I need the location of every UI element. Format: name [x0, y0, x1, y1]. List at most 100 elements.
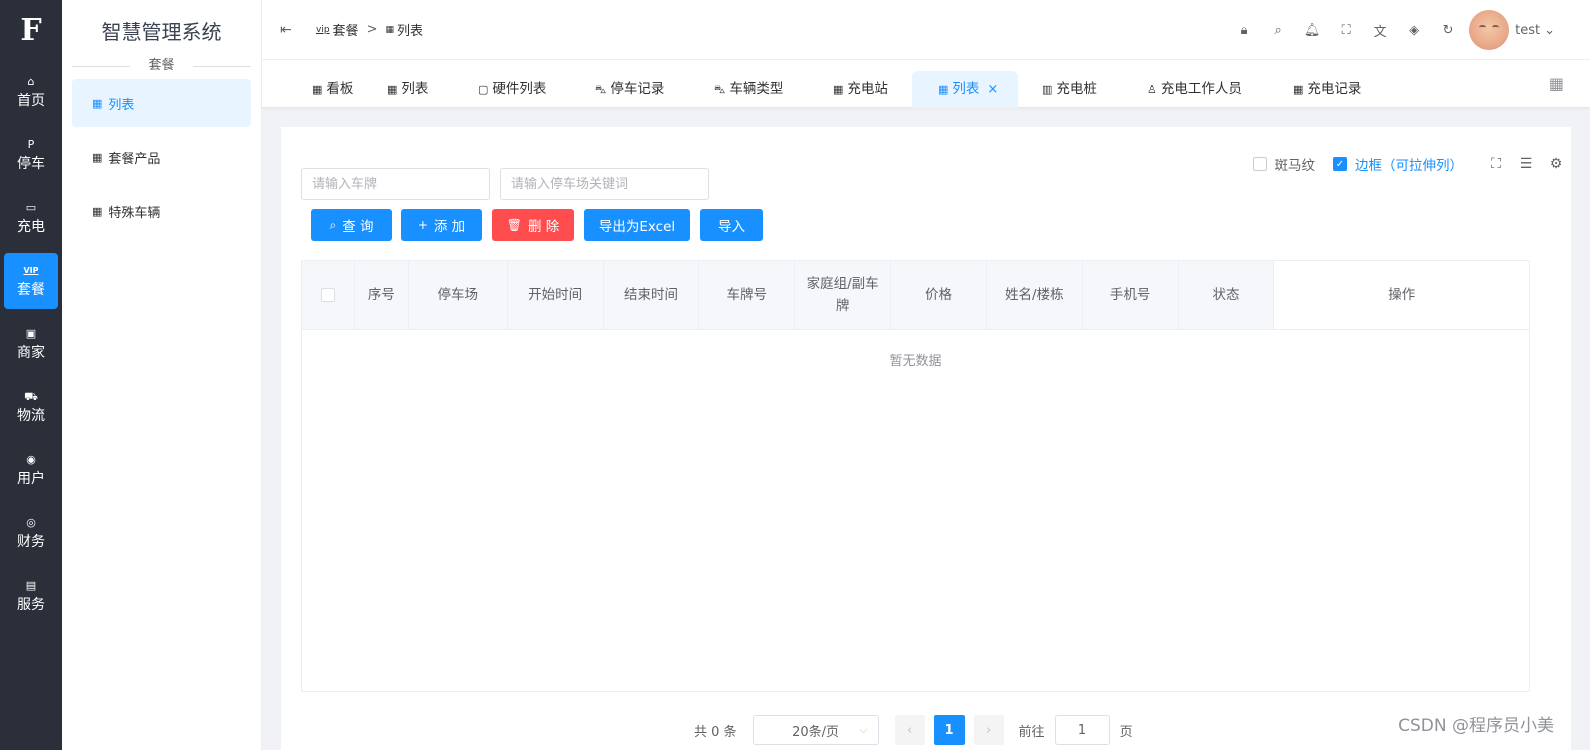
tab-charging-pile[interactable]: ▥ 充电桩	[1042, 71, 1097, 108]
icon-rail: F ⌂ 首页 P 停车 ▭ 充电 VIP 套餐 ▣ 商家 ⛟ 物流 ◉ 用户 ◎…	[0, 0, 62, 750]
apps-grid-icon[interactable]: ▦	[1549, 74, 1564, 93]
rail-item-label: 首页	[17, 92, 45, 109]
collapse-menu-icon[interactable]: ⇤	[280, 22, 306, 38]
goto-page-input[interactable]: 1	[1054, 715, 1110, 745]
refresh-icon[interactable]: ↻	[1431, 23, 1465, 38]
tabs-bar: ▦ 看板 ▦ 列表 ▢ 硬件列表 ⛍ 停车记录 ⛍ 车辆类型 ▦ 充电站 ▦ 列表 × ▥ 充电桩…	[262, 60, 1590, 108]
tab-dashboard[interactable]: ▦ 看板	[312, 71, 353, 108]
trash-icon: 🗑︎	[506, 218, 522, 232]
column-header: 序号	[354, 261, 409, 329]
import-button[interactable]: 导入	[700, 209, 763, 241]
plate-search-input[interactable]	[301, 168, 490, 200]
tab-label: 停车记录	[610, 81, 665, 97]
sidebar-item-label: 特殊车辆	[108, 205, 161, 221]
sidebar-item-special-vehicles[interactable]: ▦ 特殊车辆	[72, 187, 251, 235]
rail-item-charging[interactable]: ▭ 充电	[4, 190, 58, 246]
density-icon[interactable]: ☰	[1511, 156, 1541, 172]
tab-charging-staff[interactable]: ♙ 充电工作人员	[1147, 71, 1242, 108]
settings-icon[interactable]: ⚙	[1541, 156, 1571, 172]
chevron-down-icon[interactable]: ⌄	[1544, 23, 1555, 38]
document-icon: ▢	[478, 83, 489, 96]
rail-item-parking[interactable]: P 停车	[4, 127, 58, 183]
sidebar-menu: ▦ 列表 ▦ 套餐产品 ▦ 特殊车辆	[62, 79, 261, 235]
tab-charging-station[interactable]: ▦ 充电站	[833, 71, 888, 108]
vip-icon: vip	[316, 24, 330, 35]
border-checkbox[interactable]: ✓ 边框（可拉伸列）	[1333, 154, 1463, 174]
tab-label: 充电桩	[1056, 81, 1097, 97]
column-header: 结束时间	[603, 261, 700, 329]
page-number-current[interactable]: 1	[933, 715, 965, 745]
delete-button[interactable]: 🗑︎ 删 除	[492, 209, 574, 241]
translate-icon[interactable]: 文	[1363, 21, 1397, 40]
rail-item-label: 停车	[17, 155, 45, 172]
tab-label: 充电记录	[1307, 81, 1362, 97]
stripe-checkbox[interactable]: 斑马纹	[1252, 154, 1315, 174]
table-header: 序号 停车场 开始时间 结束时间 车牌号 家庭组/副车牌 价格 姓名/楼栋 手机…	[302, 261, 1529, 330]
import-button-label: 导入	[718, 219, 745, 235]
column-header: 车牌号	[699, 261, 796, 329]
battery-icon: ▭	[25, 200, 37, 214]
grid-icon: ▦	[312, 83, 323, 96]
grid-icon: ▦	[938, 83, 949, 96]
car-icon: ⛍	[595, 83, 607, 96]
username[interactable]: test	[1515, 23, 1540, 38]
sidebar-item-label: 套餐产品	[108, 151, 161, 167]
rail-item-service[interactable]: ▤ 服务	[4, 568, 58, 624]
add-button[interactable]: + 添 加	[401, 209, 482, 241]
data-table: 序号 停车场 开始时间 结束时间 车牌号 家庭组/副车牌 价格 姓名/楼栋 手机…	[301, 260, 1530, 692]
border-label: 边框（可拉伸列）	[1355, 158, 1463, 174]
page-size-select[interactable]: 20条/页 ⌵	[752, 715, 879, 745]
page-suffix: 页	[1119, 724, 1133, 740]
sidebar-item-package-products[interactable]: ▦ 套餐产品	[72, 133, 251, 181]
theme-icon[interactable]: ◈	[1397, 23, 1431, 38]
fullscreen-icon[interactable]: ⛶	[1329, 23, 1363, 38]
rail-item-finance[interactable]: ◎ 财务	[4, 505, 58, 561]
top-header: ⇤ vip 套餐 > ▦ 列表 🔒︎ ⌕ 🔔︎ ⛶ 文 ◈ ↻ test ⌄	[262, 0, 1590, 60]
tab-list[interactable]: ▦ 列表	[387, 71, 428, 108]
fullscreen-icon[interactable]: ⛶	[1481, 156, 1511, 172]
chevron-down-icon: ⌵	[859, 723, 868, 736]
breadcrumb-item[interactable]: 套餐	[333, 20, 359, 39]
tab-label: 充电工作人员	[1160, 81, 1242, 97]
service-icon: ▤	[25, 578, 37, 592]
select-all-checkbox[interactable]	[320, 288, 335, 302]
bell-icon[interactable]: 🔔︎	[1295, 23, 1329, 38]
tab-label: 车辆类型	[729, 81, 784, 97]
export-excel-button[interactable]: 导出为Excel	[584, 209, 690, 241]
breadcrumb: vip 套餐 > ▦ 列表	[316, 20, 423, 39]
tab-list-active[interactable]: ▦ 列表 ×	[912, 71, 1019, 108]
check-icon[interactable]: ✓	[1333, 157, 1347, 171]
tab-charging-records[interactable]: ▦ 充电记录	[1293, 71, 1361, 108]
grid-icon: ▦	[1293, 83, 1304, 96]
rail-item-user[interactable]: ◉ 用户	[4, 442, 58, 498]
rail-item-label: 服务	[17, 596, 45, 613]
tab-vehicle-types[interactable]: ⛍ 车辆类型	[714, 71, 783, 108]
logo: F	[20, 12, 42, 48]
rail-item-label: 套餐	[17, 281, 45, 298]
rail-item-home[interactable]: ⌂ 首页	[4, 64, 58, 120]
rail-item-merchant[interactable]: ▣ 商家	[4, 316, 58, 372]
parking-lot-search-input[interactable]	[500, 168, 709, 200]
close-icon[interactable]: ×	[987, 82, 998, 97]
truck-icon: ⛟	[24, 389, 38, 403]
finance-icon: ◎	[26, 515, 36, 529]
column-header: 价格	[891, 261, 987, 329]
checkbox-box[interactable]	[1252, 157, 1267, 171]
next-page-button[interactable]: ›	[973, 715, 1004, 745]
sidebar-item-list[interactable]: ▦ 列表	[72, 79, 251, 127]
column-header: 家庭组/副车牌	[795, 261, 892, 329]
search-icon: ⌕	[329, 217, 337, 232]
query-button[interactable]: ⌕ 查 询	[311, 209, 392, 241]
tab-parking-records[interactable]: ⛍ 停车记录	[595, 71, 664, 108]
rail-item-logistics[interactable]: ⛟ 物流	[4, 379, 58, 435]
search-icon[interactable]: ⌕	[1261, 23, 1295, 38]
avatar[interactable]	[1469, 10, 1510, 50]
table-options: 斑马纹 ✓ 边框（可拉伸列） ⛶ ☰ ⚙	[1252, 154, 1572, 174]
plus-icon: +	[417, 218, 428, 232]
prev-page-button[interactable]: ‹	[894, 715, 925, 745]
tab-hardware-list[interactable]: ▢ 硬件列表	[478, 71, 546, 108]
rail-item-package[interactable]: VIP 套餐	[4, 253, 58, 309]
column-header: 操作	[1274, 261, 1529, 329]
charger-icon: ▥	[1042, 83, 1053, 96]
lock-icon[interactable]: 🔒︎	[1227, 23, 1261, 38]
